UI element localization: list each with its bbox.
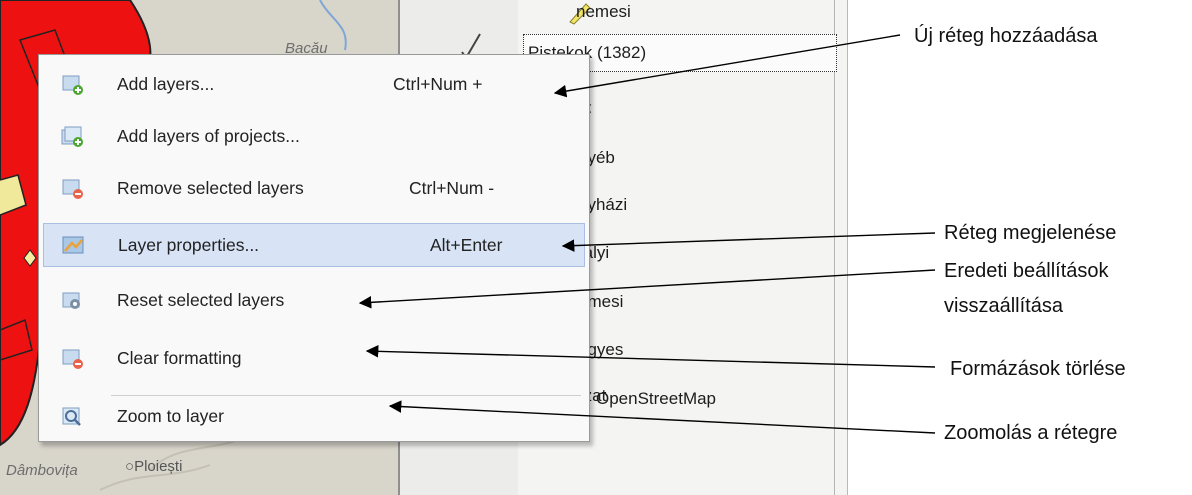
- arrow-reset-layers: [358, 269, 936, 309]
- arrow-add-layer: [553, 34, 901, 98]
- annotation-reset-line1: Eredeti beállítások: [944, 260, 1109, 282]
- annotation-layer-appearance: Réteg megjelenése: [944, 222, 1117, 244]
- annotation-add-layer: Új réteg hozzáadása: [914, 25, 1098, 47]
- annotation-zoom-to-layer: Zoomolás a rétegre: [944, 422, 1118, 444]
- annotation-clear-formatting: Formázások törlése: [950, 358, 1126, 380]
- arrow-layer-properties: [561, 232, 936, 252]
- arrow-clear-formatting: [365, 345, 936, 368]
- arrow-zoom-to-layer: [388, 400, 936, 434]
- annotation-reset-line2: visszaállítása: [944, 295, 1063, 317]
